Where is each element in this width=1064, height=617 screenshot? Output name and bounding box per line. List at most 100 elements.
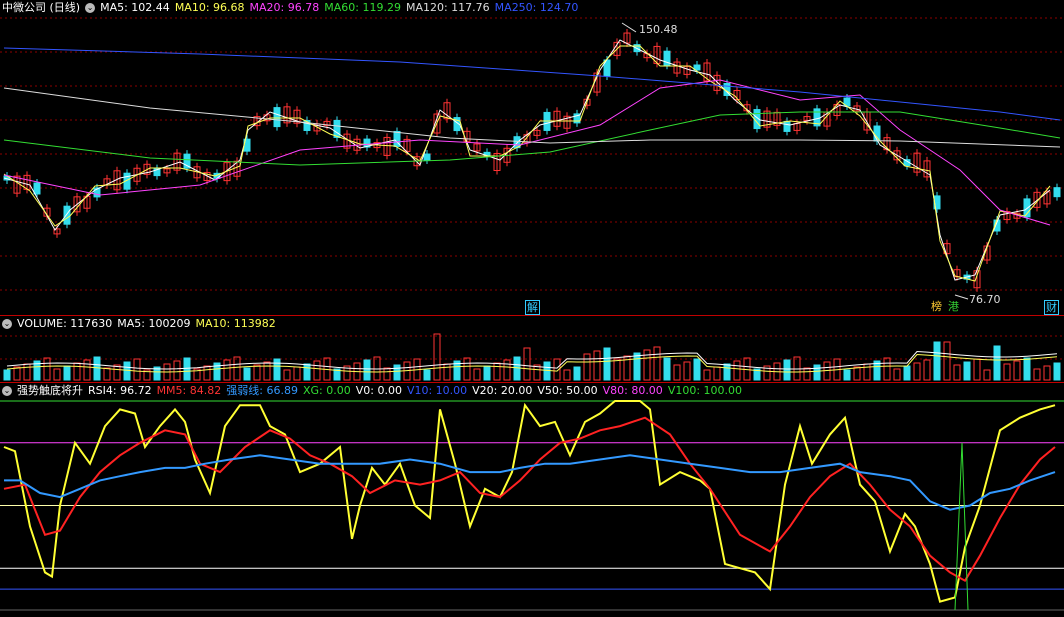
volume-bar [53, 368, 61, 381]
volume-bar [173, 360, 181, 381]
rsi-legend: ⌄ 强势触底将升 RSI4: 96.72 MM5: 84.82 强弱线: 66.… [0, 383, 742, 399]
volume-bar [503, 359, 511, 381]
volume-bar [983, 369, 991, 381]
volume-bar [813, 364, 821, 381]
event-marker-hk[interactable]: 港 [947, 300, 960, 313]
volume-bar [993, 345, 1001, 381]
volume-bar [1043, 365, 1051, 381]
candle-body [333, 119, 341, 138]
high-pointer [621, 22, 637, 33]
volume-bar [843, 369, 851, 381]
rsi-chart[interactable] [0, 383, 1064, 617]
ma20-label: MA20: 96.78 [249, 1, 320, 14]
volume-bar [443, 363, 451, 381]
volume-bar [93, 356, 101, 381]
price-chart[interactable] [0, 0, 1064, 315]
volume-bar [243, 367, 251, 381]
v0-label: V0: 0.00 [355, 384, 402, 397]
volume-bar [463, 357, 471, 381]
volume-bar [423, 369, 431, 381]
ma60-label: MA60: 119.29 [324, 1, 401, 14]
volume-bar [253, 364, 261, 381]
vol-ma10-label: MA10: 113982 [195, 317, 276, 330]
volume-bar [1033, 368, 1041, 381]
v80-label: V80: 80.00 [602, 384, 663, 397]
candle-body [33, 182, 41, 195]
candle-body [1053, 187, 1061, 198]
volume-bar [963, 361, 971, 381]
volume-bar [433, 333, 441, 381]
volume-bar [313, 360, 321, 381]
volume-bar [3, 369, 11, 381]
price-legend: 中微公司 (日线) ⌄ MA5: 102.44 MA10: 96.68 MA20… [0, 0, 578, 16]
v20-label: V20: 20.00 [472, 384, 533, 397]
ma120-line [3, 87, 1061, 148]
ma5-label: MA5: 102.44 [100, 1, 170, 14]
price-panel[interactable]: 中微公司 (日线) ⌄ MA5: 102.44 MA10: 96.68 MA20… [0, 0, 1064, 315]
volume-bar [863, 363, 871, 381]
volume-bar [43, 357, 51, 381]
volume-bar [683, 361, 691, 381]
event-marker-unlock[interactable]: 解 [525, 300, 540, 315]
volume-bar [633, 352, 641, 381]
volume-bar [593, 350, 601, 381]
candle-body [783, 120, 791, 132]
volume-bar [83, 359, 91, 381]
volume-bar [693, 358, 701, 381]
candle-body [423, 153, 431, 161]
ma120-label: MA120: 117.76 [405, 1, 490, 14]
volume-bar [953, 364, 961, 381]
volume-bar [713, 366, 721, 381]
volume-bar [853, 366, 861, 381]
volume-bar [273, 358, 281, 381]
volume-bar [23, 363, 31, 381]
event-marker-list[interactable]: 榜 [930, 300, 943, 313]
volume-bar [663, 357, 671, 381]
volume-bar [183, 357, 191, 381]
volume-bar [803, 367, 811, 381]
volume-bar [383, 367, 391, 381]
rsi-panel[interactable]: ⌄ 强势触底将升 RSI4: 96.72 MM5: 84.82 强弱线: 66.… [0, 383, 1064, 617]
volume-bar [223, 359, 231, 381]
strength-line [4, 454, 1056, 511]
event-marker-finance[interactable]: 财 [1044, 300, 1059, 315]
volume-bar [293, 366, 301, 381]
volume-bar [653, 346, 661, 381]
volume-bar [103, 367, 111, 381]
chevron-down-icon[interactable]: ⌄ [85, 3, 96, 13]
candle-body [63, 205, 71, 225]
v100-label: V100: 100.00 [667, 384, 743, 397]
volume-bar [473, 368, 481, 381]
volume-bar [723, 363, 731, 381]
volume-legend: ⌄ VOLUME: 117630 MA5: 100209 MA10: 11398… [0, 316, 276, 332]
volume-bar [233, 356, 241, 381]
volume-bar [13, 366, 21, 381]
volume-bar [883, 357, 891, 381]
volume-bar [903, 365, 911, 381]
v10-label: V10: 10.00 [406, 384, 468, 397]
chevron-down-icon[interactable]: ⌄ [2, 319, 12, 329]
volume-bar [913, 362, 921, 381]
volume-panel[interactable]: ⌄ VOLUME: 117630 MA5: 100209 MA10: 11398… [0, 316, 1064, 382]
volume-bar [1023, 357, 1031, 381]
volume-bar [583, 353, 591, 381]
stock-title: 中微公司 (日线) [2, 1, 81, 14]
chevron-down-icon[interactable]: ⌄ [2, 386, 12, 396]
volume-bar [263, 361, 271, 381]
volume-bar [1003, 363, 1011, 381]
volume-bar [63, 365, 71, 381]
volume-bar [73, 362, 81, 381]
mm5-line [3, 416, 1056, 583]
volume-bar [733, 360, 741, 381]
volume-bar [203, 365, 211, 381]
ma5-line [3, 39, 1051, 281]
volume-bar [563, 369, 571, 381]
volume-bar [283, 369, 291, 381]
volume-bar [363, 359, 371, 381]
low-pointer [954, 294, 969, 300]
volume-bar [483, 365, 491, 381]
volume-bar [513, 356, 521, 381]
v50-label: V50: 50.00 [537, 384, 598, 397]
volume-bar [893, 368, 901, 381]
low-price-label: 76.70 [969, 293, 1001, 306]
